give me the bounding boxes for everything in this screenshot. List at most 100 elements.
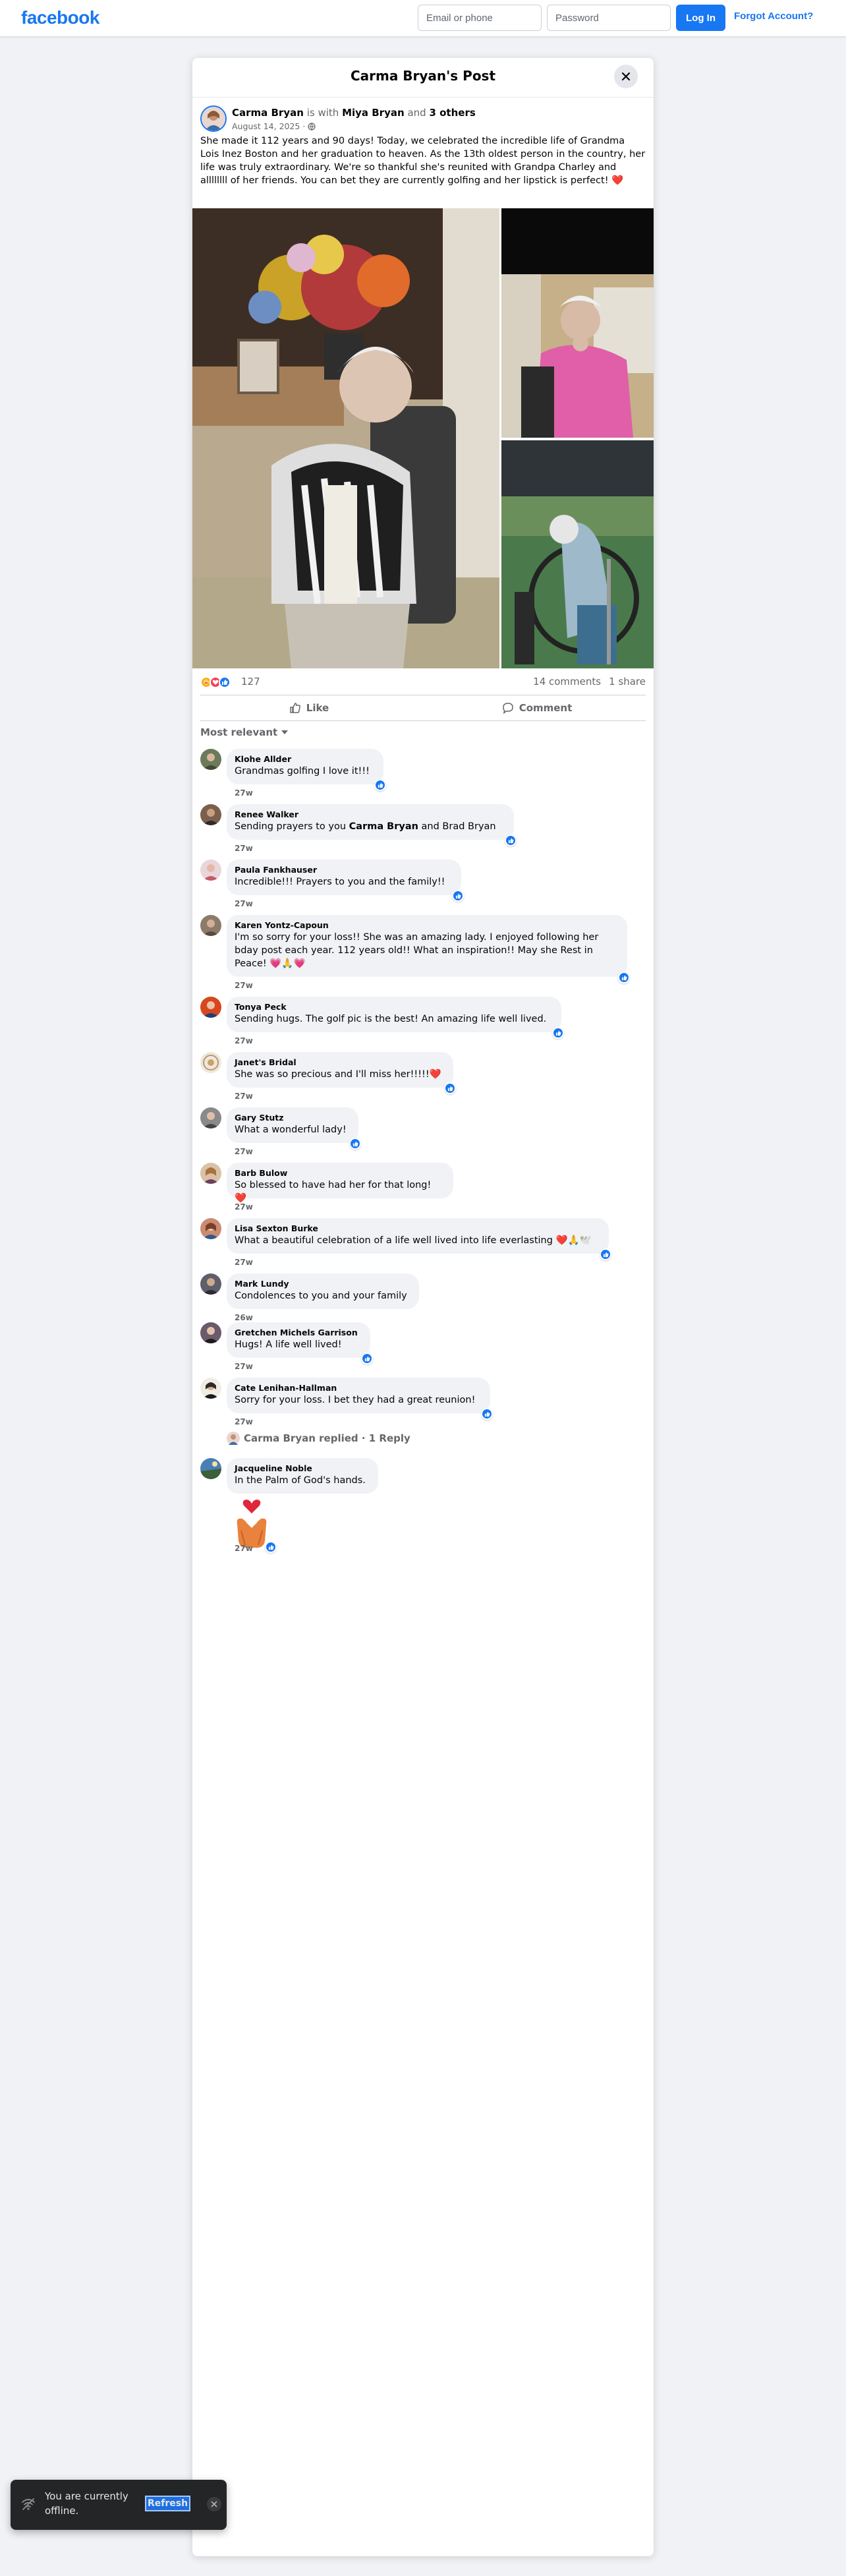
comment-like-badge[interactable] [265, 1541, 277, 1553]
comment-time[interactable]: 27w [235, 981, 253, 990]
commenter-avatar[interactable] [200, 997, 221, 1018]
commenter-avatar[interactable] [200, 1273, 221, 1295]
commenter-name[interactable]: Janet's Bridal [235, 1057, 445, 1068]
comment-like-badge[interactable] [444, 1082, 456, 1094]
comment-text: Hugs! A life well lived! [235, 1339, 342, 1350]
post-text: She made it 112 years and 90 days! Today… [200, 136, 646, 186]
comment-time[interactable]: 27w [235, 1147, 253, 1156]
password-field[interactable]: Password [547, 5, 671, 31]
commenter-name[interactable]: Cate Lenihan-Hallman [235, 1383, 482, 1393]
commenter-avatar[interactable] [200, 1218, 221, 1239]
like-label: Like [306, 702, 329, 714]
comment-time[interactable]: 27w [235, 1202, 253, 1212]
commenter-name[interactable]: Tonya Peck [235, 1002, 553, 1012]
reaction-count[interactable]: 127 [241, 676, 260, 688]
commenter-avatar[interactable] [200, 1458, 221, 1479]
comment-bubble: Lisa Sexton Burke What a beautiful celeb… [227, 1218, 609, 1254]
comment-time[interactable]: 27w [235, 788, 253, 798]
comment-time[interactable]: 27w [235, 1036, 253, 1045]
commenter-name[interactable]: Barb Bulow [235, 1168, 445, 1179]
like-reaction-icon [378, 782, 383, 788]
comment-like-badge[interactable] [505, 834, 517, 846]
comment-time[interactable]: 27w [235, 899, 253, 908]
comment-time[interactable]: 27w [235, 1258, 253, 1267]
commenter-name[interactable]: Lisa Sexton Burke [235, 1223, 601, 1234]
commenter-avatar[interactable] [200, 749, 221, 770]
comment-text-end: and Brad Bryan [418, 821, 496, 832]
like-reaction-icon [268, 1544, 273, 1550]
toast-close-button[interactable] [207, 2497, 221, 2511]
with-text: is with [306, 107, 339, 119]
comment-text: Sending hugs. The golf pic is the best! … [235, 1014, 547, 1024]
like-reaction-icon [484, 1411, 490, 1417]
commenter-avatar[interactable] [200, 804, 221, 825]
like-reaction-icon [447, 1086, 453, 1091]
caret-down-icon [281, 730, 289, 734]
photo-3[interactable] [501, 440, 654, 668]
commenter-name[interactable]: Renee Walker [235, 809, 506, 820]
author-line: Carma Bryan is with Miya Bryan and 3 oth… [232, 107, 476, 119]
like-button[interactable]: Like [200, 697, 418, 719]
facebook-logo[interactable]: facebook [21, 7, 99, 28]
comment-like-badge[interactable] [349, 1138, 361, 1150]
commenter-name[interactable]: Mark Lundy [235, 1279, 411, 1289]
comment-bubble: Jacqueline Noble In the Palm of God's ha… [227, 1458, 378, 1494]
comment-time[interactable]: 26w [235, 1313, 253, 1322]
tagged-others[interactable]: 3 others [429, 107, 475, 119]
like-reaction-icon [219, 676, 231, 688]
comment-time[interactable]: 27w [235, 844, 253, 853]
author-avatar[interactable] [200, 105, 227, 132]
comment-bubble: Gary Stutz What a wonderful lady! [227, 1107, 358, 1143]
log-in-button[interactable]: Log In [676, 5, 725, 31]
commenter-avatar[interactable] [200, 1052, 221, 1073]
close-button[interactable] [614, 65, 638, 88]
comment-like-badge[interactable] [600, 1248, 611, 1260]
mentioned-person[interactable]: Carma Bryan [349, 821, 418, 832]
commenter-name[interactable]: Gretchen Michels Garrison [235, 1328, 362, 1338]
comment-text: What a beautiful celebration of a life w… [235, 1235, 592, 1246]
main-photo[interactable] [192, 208, 499, 668]
comments-count[interactable]: 14 comments [533, 676, 601, 688]
commenter-name[interactable]: Klohe Allder [235, 754, 376, 765]
post-date[interactable]: August 14, 2025 [232, 121, 300, 131]
comment-like-badge[interactable] [481, 1408, 493, 1420]
comment-text: Condolences to you and your family [235, 1291, 407, 1301]
commenter-name[interactable]: Paula Fankhauser [235, 865, 453, 875]
reaction-icons[interactable] [200, 676, 231, 688]
comment-like-badge[interactable] [452, 890, 464, 902]
shares-count[interactable]: 1 share [609, 676, 646, 688]
comment-like-badge[interactable] [552, 1027, 564, 1039]
commenter-avatar[interactable] [200, 1107, 221, 1128]
commenter-avatar[interactable] [200, 1322, 221, 1343]
author-name[interactable]: Carma Bryan [232, 107, 304, 119]
email-field[interactable]: Email or phone [418, 5, 542, 31]
commenter-name[interactable]: Gary Stutz [235, 1113, 351, 1123]
commenter-avatar[interactable] [200, 1378, 221, 1399]
forgot-account-link[interactable]: Forgot Account? [734, 11, 813, 22]
refresh-button[interactable]: Refresh [144, 2496, 191, 2511]
comment-button[interactable]: Comment [428, 697, 646, 719]
comment-time[interactable]: 27w [235, 1362, 253, 1371]
photo-2[interactable] [501, 208, 654, 438]
like-reaction-icon [364, 1356, 370, 1361]
heart-hands-sticker[interactable] [232, 1498, 271, 1550]
post-action-bar: Like Comment [200, 695, 646, 721]
comment-bubble: Karen Yontz-Capoun I'm so sorry for your… [227, 915, 627, 977]
comment-like-badge[interactable] [618, 972, 630, 983]
comment-time[interactable]: 27w [235, 1417, 253, 1426]
comment-time[interactable]: 27w [235, 1544, 253, 1553]
commenter-avatar[interactable] [200, 1163, 221, 1184]
comment-sort-dropdown[interactable]: Most relevant [200, 726, 289, 738]
offline-toast: You are currently offline. Refresh [11, 2480, 227, 2530]
commenter-avatar[interactable] [200, 860, 221, 881]
commenter-avatar[interactable] [200, 915, 221, 936]
post-date-row: August 14, 2025 · [232, 121, 316, 131]
comment-time[interactable]: 27w [235, 1092, 253, 1101]
comment-like-badge[interactable] [361, 1353, 373, 1364]
tagged-person[interactable]: Miya Bryan [342, 107, 405, 119]
commenter-name[interactable]: Karen Yontz-Capoun [235, 920, 619, 931]
commenter-name[interactable]: Jacqueline Noble [235, 1463, 370, 1474]
comment-like-badge[interactable] [374, 779, 386, 791]
view-replies-link[interactable]: Carma Bryan replied · 1 Reply [227, 1432, 410, 1445]
comment-text: In the Palm of God's hands. [235, 1475, 366, 1486]
